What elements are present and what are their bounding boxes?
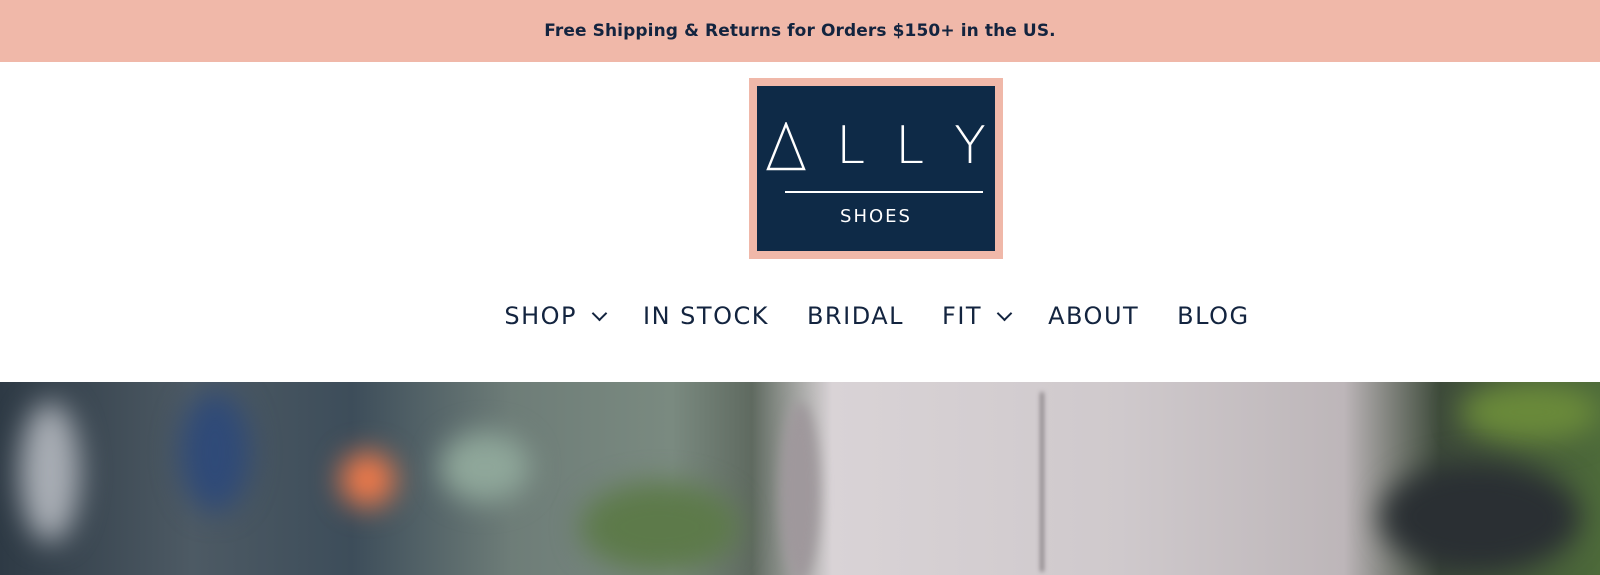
logo-letter: Y [954,116,986,176]
main-nav: SHOP IN STOCK BRIDAL FIT ABOUT BLOG [0,296,1600,336]
nav-item-shop[interactable]: SHOP [504,296,608,336]
chevron-down-icon [591,305,608,321]
logo-subtitle: SHOES [840,206,912,227]
hero-bokeh [440,432,530,502]
hero-bokeh [580,482,740,572]
nav-item-fit[interactable]: FIT [942,296,1013,336]
nav-item-label: BRIDAL [806,302,905,330]
nav-item-label: IN STOCK [643,302,769,330]
nav-item-label: BLOG [1177,302,1250,330]
nav-item-label: ABOUT [1048,302,1140,330]
logo-letter: L [836,116,866,176]
nav-item-in-stock[interactable]: IN STOCK [643,296,769,336]
nav-item-about[interactable]: ABOUT [1048,296,1139,336]
nav-item-blog[interactable]: BLOG [1177,296,1249,336]
logo-panel: L L Y SHOES [757,86,995,251]
announcement-bar: Free Shipping & Returns for Orders $150+… [0,0,1600,62]
hero-image [0,382,1600,575]
hero-bokeh [20,402,80,542]
nav-item-label: SHOP [504,302,578,330]
hero-trouser-shadow [780,402,820,575]
announcement-text: Free Shipping & Returns for Orders $150+… [544,21,1056,41]
nav-item-bridal[interactable]: BRIDAL [807,296,904,336]
nav-item-label: FIT [942,302,983,330]
logo-triangle-icon [766,122,806,171]
chevron-down-icon [996,305,1013,321]
logo-letter: L [895,116,925,176]
hero-bokeh [1460,382,1600,442]
hero-trouser-seam [1040,392,1044,572]
logo-divider [785,191,983,193]
logo-wordmark: L L Y [757,120,995,172]
hero-bokeh [340,452,395,507]
hero-bokeh [180,392,250,512]
site-header: L L Y SHOES SHOP IN STOCK BRIDAL FIT ABO… [0,62,1600,382]
hero-bokeh [1380,462,1580,572]
brand-logo[interactable]: L L Y SHOES [749,78,1003,259]
